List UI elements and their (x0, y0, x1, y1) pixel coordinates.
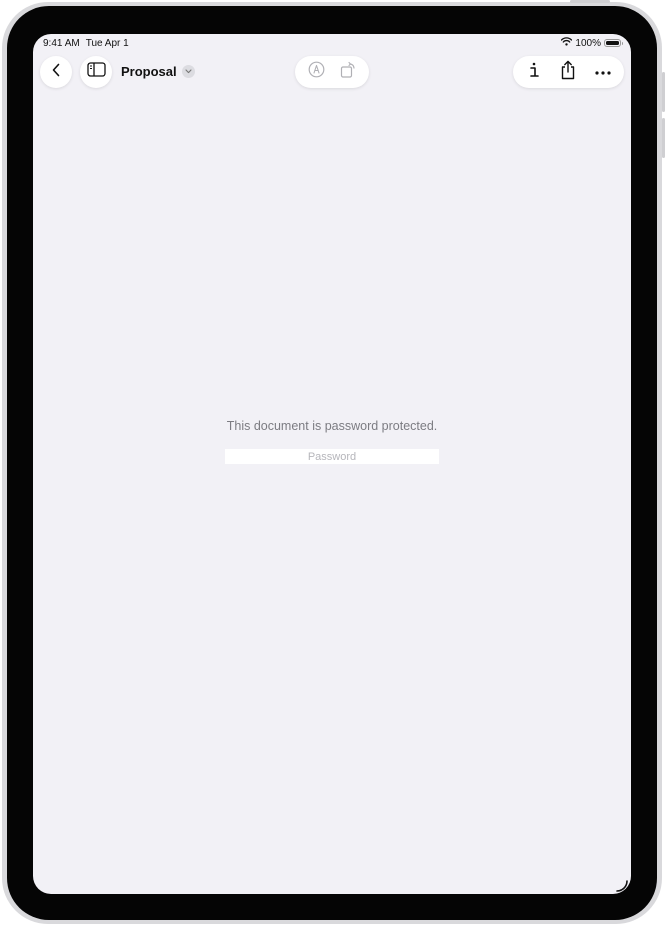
resize-handle-icon[interactable] (616, 879, 628, 892)
battery-percent: 100% (575, 37, 601, 49)
rotate-icon (339, 61, 357, 84)
share-button[interactable] (555, 59, 581, 85)
more-button[interactable] (590, 59, 616, 85)
share-icon (560, 60, 576, 85)
document-title: Proposal (121, 64, 177, 79)
sidebar-icon (86, 62, 106, 82)
status-bar: 9:41 AM Tue Apr 1 100% (33, 34, 631, 54)
chevron-left-icon (51, 63, 61, 82)
document-title-menu[interactable]: Proposal (121, 64, 195, 79)
wifi-icon (561, 37, 573, 49)
status-date: Tue Apr 1 (85, 38, 129, 49)
back-button[interactable] (40, 56, 72, 88)
volume-down-button (662, 118, 665, 158)
screen: 9:41 AM Tue Apr 1 100% Proposal This doc… (33, 34, 631, 894)
ellipsis-icon (594, 63, 612, 81)
markup-toolbar-group (295, 56, 369, 88)
document-actions-group (513, 56, 624, 88)
chevron-down-icon (181, 65, 195, 78)
status-time: 9:41 AM (43, 38, 80, 49)
info-icon (527, 61, 541, 84)
markup-button[interactable] (304, 59, 330, 85)
rotate-button[interactable] (335, 59, 361, 85)
password-protected-message: This document is password protected. (226, 419, 438, 433)
side-button (570, 0, 610, 3)
info-button[interactable] (521, 59, 547, 85)
password-input[interactable] (225, 449, 439, 464)
battery-icon (604, 39, 623, 47)
markup-pen-icon (308, 61, 325, 83)
volume-up-button (662, 72, 665, 112)
sidebar-toggle-button[interactable] (80, 56, 112, 88)
